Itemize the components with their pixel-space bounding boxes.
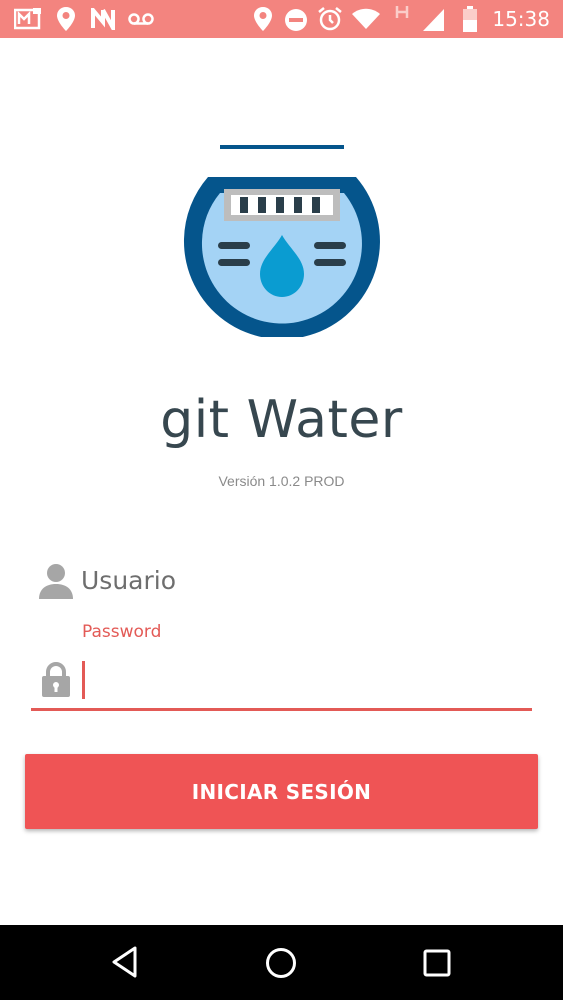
back-icon[interactable] <box>110 945 140 979</box>
battery-icon <box>463 6 477 32</box>
status-time: 15:38 <box>492 7 550 31</box>
signal-icon <box>423 9 444 31</box>
alarm-icon <box>318 7 342 31</box>
gallery-icon <box>14 8 41 30</box>
lock-icon <box>42 662 70 697</box>
text-cursor <box>82 661 85 699</box>
user-icon <box>39 564 73 599</box>
water-meter-icon <box>183 145 380 337</box>
signal-h-icon <box>395 6 409 18</box>
password-label: Password <box>82 622 162 642</box>
login-button[interactable]: INICIAR SESIÓN <box>25 754 538 829</box>
password-input[interactable] <box>82 662 522 700</box>
n-icon <box>91 8 115 30</box>
home-icon[interactable] <box>265 947 297 979</box>
wifi-icon <box>352 8 380 29</box>
navigation-bar <box>0 925 563 1000</box>
location-icon <box>254 7 272 31</box>
do-not-disturb-icon <box>285 9 307 31</box>
password-underline <box>31 708 532 711</box>
voicemail-icon <box>128 13 154 25</box>
location-icon <box>57 7 75 31</box>
username-input[interactable] <box>81 560 521 600</box>
version-label: Versión 1.0.2 PROD <box>218 473 345 489</box>
status-bar: 15:38 <box>0 0 563 38</box>
recents-icon[interactable] <box>423 949 451 977</box>
app-title: git Water <box>160 390 403 450</box>
